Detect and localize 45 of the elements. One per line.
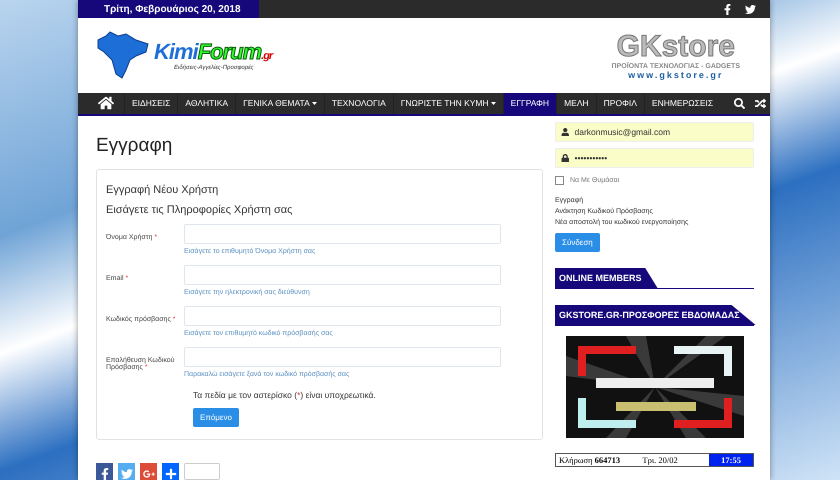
input-field[interactable] [184,306,501,326]
password-value: ••••••••••• [574,153,608,163]
username-value: darkonmusic@gmail.com [574,127,670,137]
plus-icon [164,468,176,480]
lottery-date: Τρι. 20/02 [642,455,679,465]
widget-title: GKSTORE.GR-ΠΡΟΣΦΟΡΕΣ ΕΒΔΟΜΑΔΑΣ [555,305,756,325]
ad-url: www.gkstore.gr [628,70,724,80]
password-field[interactable]: ••••••••••• [555,148,754,168]
nav-item[interactable]: ΤΕΧΝΟΛΟΓΙΑ [324,92,393,114]
ad-logo-text: GKstore [616,30,735,63]
google-plus-share-button[interactable] [140,463,157,480]
input-field[interactable] [184,347,501,367]
search-icon[interactable] [734,98,746,109]
logo-text: KimiForum.gr [154,39,272,64]
twitter-icon[interactable] [745,4,756,15]
page-title: Εγγραφη [96,135,174,157]
facebook-icon[interactable] [722,4,733,15]
nav-item[interactable]: ΕΝΗΜΕΡΩΣΕΙΣ [644,92,720,114]
facebook-share-button[interactable] [96,463,113,480]
lock-icon [561,154,570,162]
share-count [184,463,220,480]
nav-item[interactable]: ΕΓΓΡΑΦΗ [502,92,556,114]
lottery-time: 17:55 [709,454,753,466]
remember-checkbox[interactable] [555,176,564,185]
shuffle-icon[interactable] [755,98,766,109]
twitter-share-button[interactable] [118,463,135,480]
nav-item[interactable]: ΓΕΝΙΚΑ ΘΕΜΑΤΑ [235,92,324,114]
input-field[interactable] [184,265,501,285]
google-plus-icon [142,468,154,480]
plus-share-button[interactable] [162,463,179,480]
required-note: Τα πεδία με τον αστερίσκο (*) είναι υποχρεωτικά. [193,390,377,400]
nav-item[interactable]: ΜΕΛΗ [556,92,596,114]
user-icon [561,128,570,136]
home-icon[interactable] [98,95,114,112]
form-heading: Εγγραφή Νέου Χρήστη [106,184,220,196]
form-subheading: Εισάγετε τις Πληροφορίες Χρήστη σας [106,204,294,216]
lottery-draw: Κλήρωση 664713 [558,455,622,465]
input-field[interactable] [184,224,501,244]
date-label: Τρίτη, Φεβρουάριος 20, 2018 [78,0,258,18]
username-field[interactable]: darkonmusic@gmail.com [555,122,754,142]
widget-title: ONLINE MEMBERS [555,268,658,288]
nav-item[interactable]: ΑΘΛΗΤΙΚΑ [177,92,236,114]
nav-item[interactable]: ΕΙΔΗΣΕΙΣ [124,92,178,114]
nav-item[interactable]: ΠΡΟΦΙΛ [596,92,644,114]
twitter-icon [120,468,132,480]
